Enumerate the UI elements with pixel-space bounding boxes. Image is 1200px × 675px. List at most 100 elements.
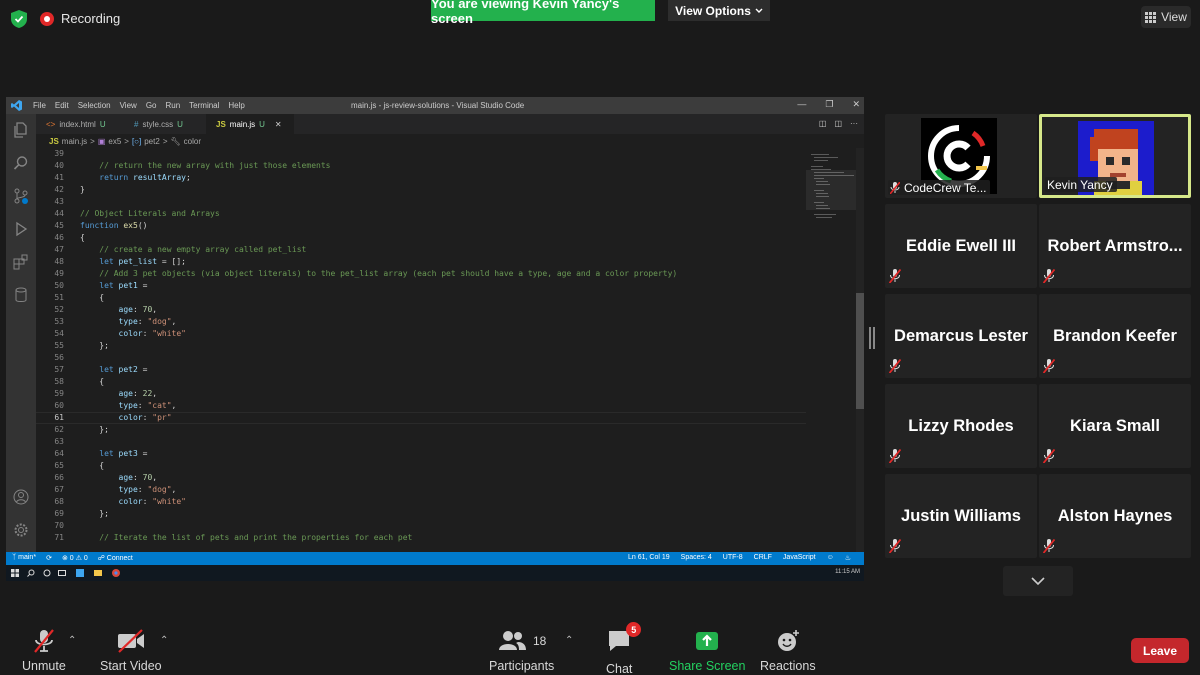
search-icon[interactable] (13, 155, 29, 171)
search-icon[interactable] (27, 569, 35, 577)
code-line[interactable]: 61 color: "pr" (36, 412, 806, 424)
view-button[interactable]: View (1141, 6, 1191, 28)
compare-icon[interactable]: ◫ (819, 119, 827, 128)
breadcrumb-item[interactable]: color (184, 137, 201, 146)
problems-indicator[interactable]: ⊗ 0 ⚠ 0 (62, 554, 88, 562)
cursor-position[interactable]: Ln 61, Col 19 (628, 554, 670, 562)
code-line[interactable]: 50 let pet1 = (36, 280, 806, 292)
next-page-button[interactable] (1003, 566, 1073, 596)
tab-style-css[interactable]: # style.css U (124, 114, 202, 134)
menu-item[interactable]: Go (146, 101, 157, 110)
participant-tile[interactable]: Eddie Ewell III (885, 204, 1037, 288)
database-icon[interactable] (13, 287, 29, 303)
menu-item[interactable]: Edit (55, 101, 69, 110)
code-line[interactable]: 45 function ex5() (36, 220, 806, 232)
chrome-icon[interactable] (112, 569, 120, 577)
breadcrumb-item[interactable]: pet2 (144, 137, 160, 146)
account-icon[interactable] (13, 489, 29, 505)
tab-index-html[interactable]: <> index.html U (36, 114, 121, 134)
code-line[interactable]: 39 (36, 148, 806, 160)
participant-tile[interactable]: Alston Haynes (1039, 474, 1191, 558)
menu-item[interactable]: Run (165, 101, 180, 110)
run-debug-icon[interactable] (13, 221, 29, 237)
participant-tile[interactable]: Demarcus Lester (885, 294, 1037, 378)
menu-item[interactable]: Selection (78, 101, 111, 110)
minimize-icon[interactable]: — (797, 99, 806, 110)
menu-item[interactable]: View (120, 101, 137, 110)
code-line[interactable]: 65 { (36, 460, 806, 472)
restore-icon[interactable]: ❐ (825, 99, 833, 110)
code-line[interactable]: 68 color: "white" (36, 496, 806, 508)
code-line[interactable]: 69 }; (36, 508, 806, 520)
code-line[interactable]: 52 age: 70, (36, 304, 806, 316)
git-branch[interactable]: ᛉ main* (12, 554, 36, 562)
participants-button[interactable]: 18 Participants (489, 628, 554, 673)
indentation[interactable]: Spaces: 4 (681, 554, 712, 562)
code-line[interactable]: 60 type: "cat", (36, 400, 806, 412)
participant-tile[interactable]: Kiara Small (1039, 384, 1191, 468)
participant-tile[interactable]: Brandon Keefer (1039, 294, 1191, 378)
share-screen-button[interactable]: Share Screen (669, 628, 745, 673)
code-line[interactable]: 63 (36, 436, 806, 448)
connect-item[interactable]: ☍ Connect (98, 554, 133, 562)
breadcrumb-item[interactable]: main.js (62, 137, 87, 146)
code-line[interactable]: 62 }; (36, 424, 806, 436)
leave-button[interactable]: Leave (1131, 638, 1189, 663)
feedback-icon[interactable]: ☺ (827, 554, 834, 562)
language-mode[interactable]: JavaScript (783, 554, 816, 562)
menu-item[interactable]: File (33, 101, 46, 110)
split-editor-icon[interactable]: ◫ (834, 119, 842, 128)
participant-tile[interactable]: Justin Williams (885, 474, 1037, 558)
participant-tile[interactable]: Lizzy Rhodes (885, 384, 1037, 468)
minimap[interactable] (806, 148, 856, 552)
code-line[interactable]: 44 // Object Literals and Arrays (36, 208, 806, 220)
code-line[interactable]: 57 let pet2 = (36, 364, 806, 376)
code-line[interactable]: 48 let pet_list = []; (36, 256, 806, 268)
shield-icon[interactable] (11, 10, 27, 28)
reactions-button[interactable]: Reactions (760, 628, 816, 673)
windows-start-icon[interactable] (11, 569, 19, 577)
menu-item[interactable]: Terminal (189, 101, 219, 110)
code-line[interactable]: 64 let pet3 = (36, 448, 806, 460)
code-line[interactable]: 51 { (36, 292, 806, 304)
breadcrumb-item[interactable]: ex5 (108, 137, 121, 146)
notifications-icon[interactable]: ♨ (845, 554, 851, 562)
sync-icon[interactable]: ⟳ (46, 554, 52, 562)
task-view-icon[interactable] (58, 569, 66, 577)
view-options-button[interactable]: View Options (668, 0, 770, 21)
code-line[interactable]: 58 { (36, 376, 806, 388)
code-line[interactable]: 53 type: "dog", (36, 316, 806, 328)
encoding[interactable]: UTF-8 (723, 554, 743, 562)
video-options-chevron-icon[interactable]: ⌃ (160, 635, 168, 646)
more-actions-icon[interactable]: ··· (850, 119, 858, 128)
code-line[interactable]: 46 { (36, 232, 806, 244)
source-control-icon[interactable] (13, 188, 29, 204)
recording-indicator[interactable]: Recording (40, 11, 120, 26)
vscode-taskbar-icon[interactable] (76, 569, 84, 577)
code-line[interactable]: 43 (36, 196, 806, 208)
cortana-icon[interactable] (43, 569, 51, 577)
code-line[interactable]: 55 }; (36, 340, 806, 352)
participant-tile[interactable]: Kevin Yancy (1039, 114, 1191, 198)
participant-tile[interactable]: CodeCrew Te... (885, 114, 1037, 198)
chat-button[interactable]: 5 Chat (606, 622, 642, 675)
explorer-icon[interactable] (13, 122, 29, 138)
code-line[interactable]: 41 return resultArray; (36, 172, 806, 184)
code-line[interactable]: 67 type: "dog", (36, 484, 806, 496)
split-resize-handle[interactable] (869, 327, 875, 349)
settings-gear-icon[interactable] (13, 522, 29, 538)
code-line[interactable]: 54 color: "white" (36, 328, 806, 340)
menu-item[interactable]: Help (228, 101, 244, 110)
close-tab-icon[interactable]: ✕ (275, 120, 282, 129)
shared-screen[interactable]: File Edit Selection View Go Run Terminal… (6, 97, 864, 581)
audio-options-chevron-icon[interactable]: ⌃ (68, 635, 76, 646)
close-icon[interactable]: ✕ (852, 99, 860, 110)
code-editor[interactable]: 39 40 // return the new array with just t… (36, 148, 806, 552)
editor-scrollbar[interactable] (856, 148, 864, 552)
code-line[interactable]: 47 // create a new empty array called pe… (36, 244, 806, 256)
code-line[interactable]: 56 (36, 352, 806, 364)
extensions-icon[interactable] (13, 254, 29, 270)
participant-tile[interactable]: Robert Armstro... (1039, 204, 1191, 288)
unmute-button[interactable]: Unmute (22, 628, 66, 673)
code-line[interactable]: 40 // return the new array with just tho… (36, 160, 806, 172)
